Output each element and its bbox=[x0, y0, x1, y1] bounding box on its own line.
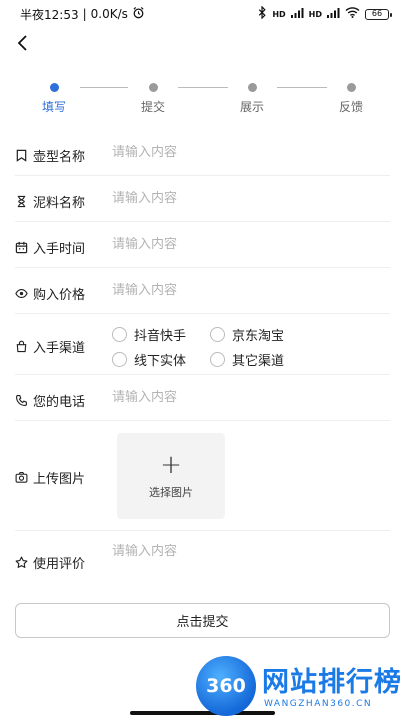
pot-name-input[interactable] bbox=[112, 145, 362, 160]
alarm-icon bbox=[132, 6, 145, 22]
step-connector bbox=[277, 87, 327, 88]
step-dot bbox=[148, 83, 158, 92]
field-label: 入手时间 bbox=[15, 238, 85, 257]
hourglass-icon bbox=[17, 195, 26, 208]
submit-button[interactable]: 点击提交 bbox=[15, 603, 390, 638]
step-connector bbox=[80, 87, 128, 88]
signal-icon bbox=[290, 7, 304, 21]
form-row-purchase-price: 购入价格 bbox=[15, 268, 390, 314]
step-label: 提交 bbox=[140, 100, 165, 114]
step-fill: 填写 bbox=[24, 80, 84, 115]
battery-icon: 66 bbox=[365, 8, 392, 20]
select-image-button[interactable]: + 选择图片 bbox=[117, 433, 225, 519]
channel-options: 抖音快手 京东淘宝 线下实体 其它渠道 bbox=[112, 325, 308, 369]
status-right: HD HD 66 bbox=[258, 5, 392, 22]
signal-label-2: HD bbox=[308, 9, 322, 19]
field-label: 使用评价 bbox=[15, 553, 85, 572]
watermark-subtitle: WANGZHAN360.CN bbox=[264, 699, 373, 709]
radio-button[interactable] bbox=[112, 327, 127, 342]
select-image-label: 选择图片 bbox=[149, 486, 193, 499]
progress-stepper: 填写 提交 展示 反馈 bbox=[0, 80, 405, 120]
clay-name-input[interactable] bbox=[112, 191, 362, 206]
step-submit: 提交 bbox=[123, 80, 183, 115]
field-label: 泥料名称 bbox=[15, 192, 85, 211]
radio-button[interactable] bbox=[210, 352, 225, 367]
status-separator: | bbox=[82, 7, 87, 21]
bluetooth-icon bbox=[258, 5, 267, 22]
status-bar: 半夜12:53 | 0.0K/s HD HD 66 bbox=[0, 0, 405, 28]
nav-bar bbox=[0, 28, 405, 60]
form-row-pot-name: 壶型名称 bbox=[15, 130, 390, 176]
form-row-purchase-time: 入手时间 bbox=[15, 222, 390, 268]
shopping-bag-icon bbox=[16, 340, 27, 353]
step-feedback: 反馈 bbox=[321, 80, 381, 115]
radio-button[interactable] bbox=[210, 327, 225, 342]
camera-icon bbox=[15, 472, 28, 483]
step-dot bbox=[49, 83, 59, 92]
watermark-title: 网站排行榜 bbox=[262, 667, 402, 698]
step-label: 展示 bbox=[239, 100, 264, 114]
field-label: 购入价格 bbox=[15, 284, 85, 303]
step-connector bbox=[178, 87, 228, 88]
wifi-icon bbox=[345, 7, 360, 21]
radio-button[interactable] bbox=[112, 352, 127, 367]
plus-icon: + bbox=[160, 450, 182, 480]
phone-icon bbox=[16, 394, 28, 406]
status-net-speed: 0.0K/s bbox=[90, 7, 128, 21]
back-button[interactable] bbox=[10, 30, 36, 56]
status-time: 半夜12:53 bbox=[20, 7, 79, 22]
watermark-logo: 360 bbox=[196, 656, 256, 716]
submission-form: 壶型名称 泥料名称 入手时间 购入价格 入手渠道 抖 bbox=[15, 130, 390, 589]
form-row-clay-name: 泥料名称 bbox=[15, 176, 390, 222]
field-label: 您的电话 bbox=[15, 391, 85, 410]
chevron-left-icon bbox=[17, 35, 27, 51]
field-label: 壶型名称 bbox=[15, 146, 85, 165]
purchase-price-input[interactable] bbox=[112, 283, 362, 298]
form-row-phone: 您的电话 bbox=[15, 375, 390, 421]
channel-option-douyin[interactable]: 抖音快手 bbox=[112, 325, 210, 344]
step-dot bbox=[247, 83, 257, 92]
step-display: 展示 bbox=[222, 80, 282, 115]
form-row-review: 使用评价 bbox=[15, 531, 390, 589]
form-row-channel: 入手渠道 抖音快手 京东淘宝 线下实体 其它渠道 bbox=[15, 314, 390, 375]
signal-label-1: HD bbox=[272, 9, 286, 19]
field-label: 入手渠道 bbox=[15, 337, 85, 356]
signal-icon bbox=[327, 7, 340, 21]
channel-option-jd-taobao[interactable]: 京东淘宝 bbox=[210, 325, 308, 344]
channel-option-offline[interactable]: 线下实体 bbox=[112, 350, 210, 369]
channel-option-other[interactable]: 其它渠道 bbox=[210, 350, 308, 369]
bookmark-icon bbox=[16, 149, 27, 162]
review-input[interactable] bbox=[112, 544, 362, 559]
watermark: 360 网站排行榜 WANGZHAN360.CN bbox=[192, 652, 405, 720]
eye-icon bbox=[15, 288, 28, 299]
step-dot bbox=[346, 83, 356, 92]
step-label: 填写 bbox=[41, 100, 66, 114]
step-label: 反馈 bbox=[338, 100, 363, 114]
phone-input[interactable] bbox=[112, 390, 362, 405]
purchase-time-input[interactable] bbox=[112, 237, 362, 252]
status-left: 半夜12:53 | 0.0K/s bbox=[20, 6, 145, 23]
form-row-upload: 上传图片 + 选择图片 bbox=[15, 421, 390, 531]
calendar-icon bbox=[15, 241, 28, 254]
field-label: 上传图片 bbox=[15, 468, 85, 487]
star-icon bbox=[15, 556, 28, 568]
